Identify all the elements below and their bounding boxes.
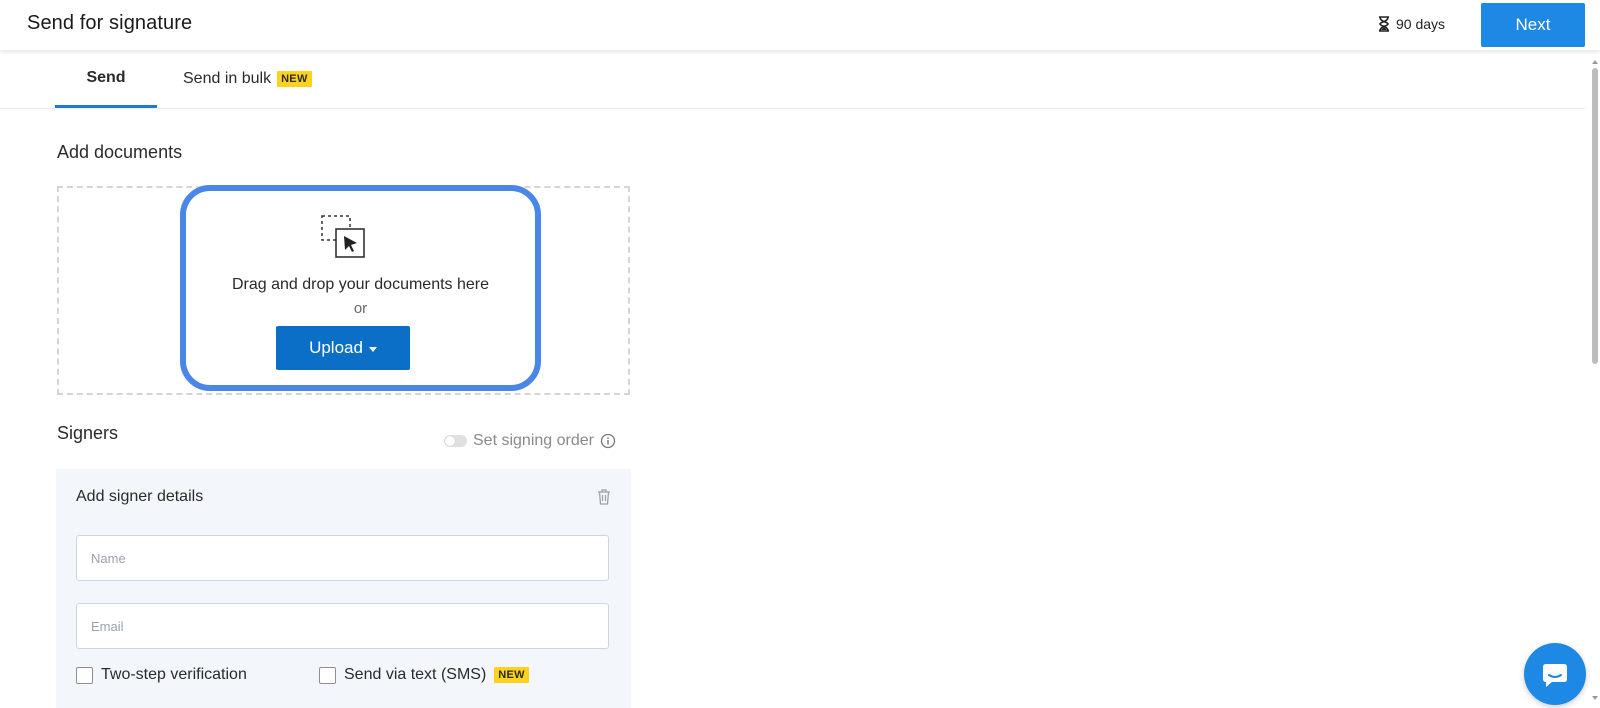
add-documents-title: Add documents xyxy=(57,142,183,162)
two-step-checkbox[interactable] xyxy=(76,666,93,684)
page-title: Send for signature xyxy=(27,12,193,34)
two-step-option[interactable]: Two-step verification xyxy=(76,665,247,685)
scrollbar[interactable] xyxy=(1589,52,1600,708)
signer-card-title: Add signer details xyxy=(76,488,204,505)
drag-drop-icon xyxy=(321,215,365,258)
signer-name-input[interactable] xyxy=(76,535,609,581)
sms-checkbox[interactable] xyxy=(319,666,336,684)
tab-send-label: Send xyxy=(86,68,126,86)
upload-label: Upload xyxy=(309,338,363,357)
signer-email-input[interactable] xyxy=(76,603,609,649)
signing-order-toggle[interactable]: Set signing order xyxy=(444,432,616,450)
expiry-label: 90 days xyxy=(1396,16,1446,32)
drop-instructions: Drag and drop your documents here xyxy=(231,276,490,293)
info-icon[interactable] xyxy=(600,433,616,449)
new-badge: NEW xyxy=(277,71,312,87)
sms-new-badge: NEW xyxy=(494,667,529,683)
signers-title: Signers xyxy=(57,423,119,443)
expiry-indicator[interactable]: 90 days xyxy=(1378,14,1445,34)
scroll-down-arrow-icon[interactable] xyxy=(1592,696,1598,700)
tab-bulk-label: Send in bulk xyxy=(183,70,272,87)
tab-send[interactable]: Send xyxy=(55,50,157,108)
upload-button[interactable]: Upload xyxy=(276,326,410,370)
caret-down-icon xyxy=(368,346,377,352)
scroll-thumb[interactable] xyxy=(1592,68,1598,364)
scroll-up-arrow-icon[interactable] xyxy=(1592,60,1598,64)
trash-icon[interactable] xyxy=(596,488,612,506)
sms-label: Send via text (SMS) xyxy=(344,666,487,683)
toggle-switch[interactable] xyxy=(444,435,467,447)
chat-button[interactable] xyxy=(1524,643,1586,705)
next-button[interactable]: Next xyxy=(1481,3,1585,47)
app-header: Send for signature 90 days Next xyxy=(0,0,1600,50)
two-step-label: Two-step verification xyxy=(101,666,247,683)
tab-send-in-bulk[interactable]: Send in bulk NEW xyxy=(183,50,312,108)
sms-option[interactable]: Send via text (SMS) NEW xyxy=(319,665,529,685)
signing-order-label: Set signing order xyxy=(473,432,594,449)
hourglass-icon xyxy=(1379,16,1389,32)
or-separator: or xyxy=(353,300,368,317)
chat-bubble-icon xyxy=(1543,664,1567,687)
tab-bar: Send Send in bulk NEW xyxy=(0,50,1585,109)
